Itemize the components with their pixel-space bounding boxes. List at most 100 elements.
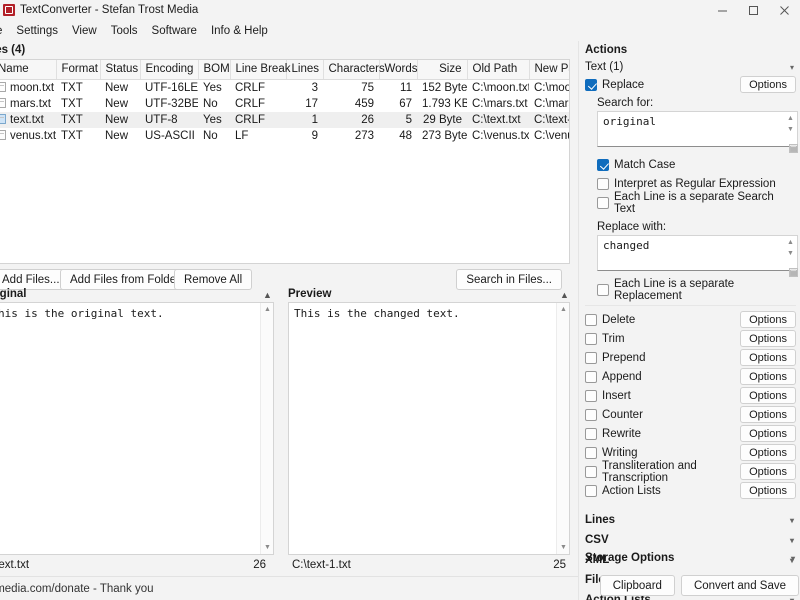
col-header-bom[interactable]: BOM	[198, 60, 231, 80]
action-row-prepend[interactable]: Prepend Options	[579, 348, 800, 367]
match-case-checkbox[interactable]	[597, 158, 609, 171]
action-lists-checkbox[interactable]	[585, 484, 597, 497]
resize-grip-icon[interactable]: ▤	[789, 268, 798, 277]
trim-checkbox[interactable]	[585, 332, 597, 345]
options-button[interactable]: Options	[740, 330, 796, 347]
preview-collapse-icon[interactable]: ▲	[560, 291, 569, 300]
minimize-icon[interactable]	[707, 0, 738, 20]
files-table-container[interactable]: Name Format Status Encoding BOM Line Bre…	[0, 59, 570, 264]
options-button[interactable]: Options	[740, 387, 796, 404]
table-row[interactable]: venus.txt TXT New US-ASCII No LF 9 273 48 273 Byt…	[0, 128, 569, 144]
regex-checkbox[interactable]	[597, 177, 609, 190]
scroll-up-icon[interactable]: ▲	[785, 237, 796, 248]
action-row-append[interactable]: Append Options	[579, 367, 800, 386]
options-button[interactable]: Options	[740, 463, 796, 480]
action-row-trim[interactable]: Trim Options	[579, 329, 800, 348]
maximize-icon[interactable]	[738, 0, 769, 20]
replace-options-button[interactable]: Options	[740, 76, 796, 93]
scroll-down-icon[interactable]: ▼	[785, 124, 796, 135]
col-header-status[interactable]: Status	[100, 60, 141, 80]
original-text-box[interactable]: his is the original text. ▲ ▼	[0, 302, 274, 555]
col-header-lines[interactable]: Lines	[286, 60, 324, 80]
col-header-old-path[interactable]: Old Path	[467, 60, 530, 80]
table-row[interactable]: text.txt TXT New UTF-8 Yes CRLF 1 26 5 29 Byte C:\…	[0, 112, 569, 128]
action-row-counter[interactable]: Counter Options	[579, 405, 800, 424]
chevron-down-icon[interactable]: ▾	[790, 63, 796, 72]
col-header-line-break[interactable]: Line Break	[230, 60, 290, 80]
storage-options-header[interactable]: Storage Options ▾	[579, 550, 800, 566]
action-row-rewrite[interactable]: Rewrite Options	[579, 424, 800, 443]
resize-grip-icon[interactable]: ▤	[789, 144, 798, 153]
close-icon[interactable]	[769, 0, 800, 20]
chevron-down-icon[interactable]: ▾	[791, 554, 797, 563]
col-header-words[interactable]: Words	[379, 60, 418, 80]
col-header-size[interactable]: Size	[417, 60, 468, 80]
chevron-down-icon[interactable]: ▾	[790, 516, 796, 525]
search-for-scroll[interactable]: ▲ ▼	[785, 113, 796, 147]
options-button[interactable]: Options	[740, 406, 796, 423]
options-button[interactable]: Options	[740, 311, 796, 328]
donate-text[interactable]: tmedia.com/donate - Thank you	[0, 583, 154, 595]
col-header-characters[interactable]: Characters	[323, 60, 385, 80]
search-in-files-button[interactable]: Search in Files...	[456, 269, 562, 290]
remove-all-button[interactable]: Remove All	[174, 269, 253, 290]
table-row[interactable]: mars.txt TXT New UTF-32BE No CRLF 17 459 67 1.793…	[0, 96, 569, 112]
col-header-name[interactable]: Name	[0, 60, 57, 80]
section-lines[interactable]: Lines ▾	[579, 510, 800, 530]
options-button[interactable]: Options	[740, 368, 796, 385]
text-section-header[interactable]: Text (1) ▾	[579, 59, 800, 75]
menu-item-file[interactable]: e	[0, 23, 9, 39]
scroll-down-icon[interactable]: ▼	[557, 541, 569, 554]
menu-item-tools[interactable]: Tools	[104, 23, 145, 39]
action-row-replace[interactable]: Replace Options	[579, 75, 800, 94]
option-each-line-search[interactable]: Each Line is a separate Search Text	[579, 191, 800, 215]
col-header-encoding[interactable]: Encoding	[140, 60, 199, 80]
action-row-insert[interactable]: Insert Options	[579, 386, 800, 405]
scroll-up-icon[interactable]: ▲	[261, 303, 273, 316]
action-row-delete[interactable]: Delete Options	[579, 310, 800, 329]
section-csv[interactable]: CSV ▾	[579, 530, 800, 550]
search-for-input[interactable]: original ▲ ▼ ▤	[597, 111, 798, 153]
chevron-down-icon[interactable]: ▾	[790, 536, 796, 545]
original-scrollbar[interactable]: ▲ ▼	[260, 303, 273, 554]
menu-item-settings[interactable]: Settings	[9, 23, 65, 39]
action-row-transliteration-and-transcription[interactable]: Transliteration and Transcription Options	[579, 460, 800, 484]
convert-and-save-button[interactable]: Convert and Save	[680, 575, 799, 596]
table-row[interactable]: moon.txt TXT New UTF-16LE Yes CRLF 3 75 11 152 By…	[0, 80, 569, 97]
chevron-down-icon[interactable]: ▾	[790, 596, 796, 600]
rewrite-checkbox[interactable]	[585, 427, 597, 440]
original-collapse-icon[interactable]: ▲	[263, 291, 272, 300]
options-button[interactable]: Options	[740, 349, 796, 366]
menu-item-info-help[interactable]: Info & Help	[204, 23, 275, 39]
menu-item-view[interactable]: View	[65, 23, 104, 39]
each-line-replacement-checkbox[interactable]	[597, 283, 609, 296]
each-line-search-checkbox[interactable]	[597, 196, 609, 209]
action-row-action-lists[interactable]: Action Lists Options	[579, 481, 800, 500]
insert-checkbox[interactable]	[585, 389, 597, 402]
replace-with-input[interactable]: changed ▲ ▼ ▤	[597, 235, 798, 277]
col-header-format[interactable]: Format	[56, 60, 101, 80]
scroll-up-icon[interactable]: ▲	[557, 303, 569, 316]
replace-checkbox-label[interactable]: Replace	[585, 78, 644, 91]
clipboard-button[interactable]: Clipboard	[599, 575, 675, 596]
options-button[interactable]: Options	[740, 482, 796, 499]
preview-text-box[interactable]: This is the changed text. ▲ ▼	[288, 302, 570, 555]
append-checkbox[interactable]	[585, 370, 597, 383]
options-button[interactable]: Options	[740, 425, 796, 442]
replace-with-scroll[interactable]: ▲ ▼	[785, 237, 796, 271]
scroll-up-icon[interactable]: ▲	[785, 113, 796, 124]
scroll-down-icon[interactable]: ▼	[785, 248, 796, 259]
option-each-line-replacement[interactable]: Each Line is a separate Replacement	[579, 278, 800, 302]
transliteration-and-transcription-checkbox[interactable]	[585, 465, 597, 478]
preview-scrollbar[interactable]: ▲ ▼	[556, 303, 569, 554]
replace-checkbox[interactable]	[585, 78, 597, 91]
prepend-checkbox[interactable]	[585, 351, 597, 364]
delete-checkbox[interactable]	[585, 313, 597, 326]
option-match-case[interactable]: Match Case	[579, 155, 800, 174]
scroll-down-icon[interactable]: ▼	[261, 541, 273, 554]
counter-checkbox[interactable]	[585, 408, 597, 421]
col-header-new-path[interactable]: New Path	[529, 60, 569, 80]
menu-item-software[interactable]: Software	[145, 23, 204, 39]
options-button[interactable]: Options	[740, 444, 796, 461]
writing-checkbox[interactable]	[585, 446, 597, 459]
